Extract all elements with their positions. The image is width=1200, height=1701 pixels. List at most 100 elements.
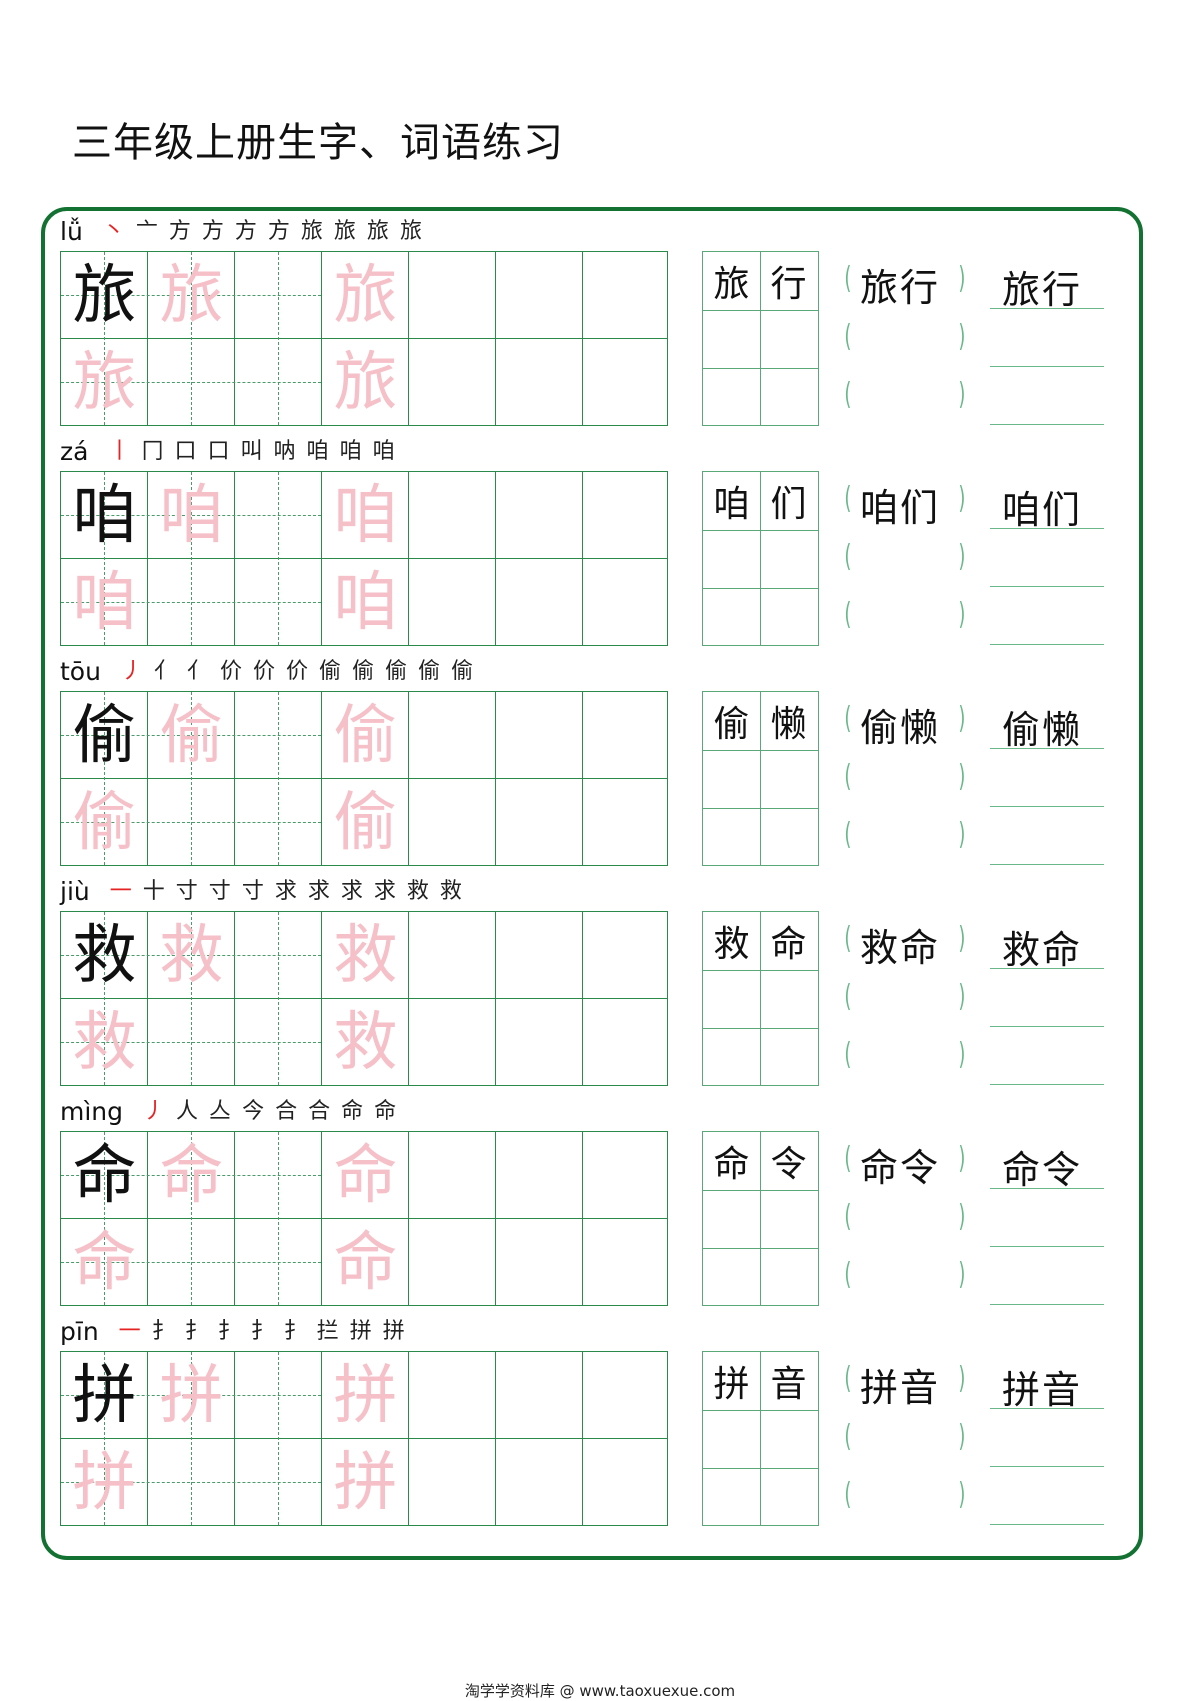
underline-write-row[interactable] (990, 529, 1104, 587)
writing-cell[interactable] (409, 692, 496, 779)
word-writing-cell[interactable] (760, 808, 817, 866)
word-writing-cell[interactable] (760, 368, 817, 426)
writing-cell[interactable] (496, 1132, 583, 1219)
paren-write-row[interactable]: () (844, 529, 965, 587)
writing-cell[interactable] (496, 1352, 583, 1439)
underline-write-row[interactable] (990, 1027, 1104, 1085)
writing-cell[interactable] (409, 559, 496, 646)
word-writing-cell[interactable] (760, 1190, 817, 1248)
writing-cell[interactable] (583, 1132, 670, 1219)
word-writing-cell[interactable] (703, 1248, 760, 1306)
writing-cell[interactable] (496, 1439, 583, 1526)
writing-cell[interactable] (235, 779, 322, 866)
writing-cell[interactable] (496, 1219, 583, 1306)
writing-cell[interactable] (583, 339, 670, 426)
writing-cell[interactable] (235, 339, 322, 426)
writing-cell[interactable] (583, 692, 670, 779)
word-writing-cell[interactable] (703, 1468, 760, 1526)
underline-write-row[interactable] (990, 1467, 1104, 1525)
writing-cell[interactable] (148, 1439, 235, 1526)
writing-cell[interactable] (583, 999, 670, 1086)
writing-cell[interactable] (583, 559, 670, 646)
word-writing-cell[interactable] (760, 530, 817, 588)
paren-write-row[interactable]: () (844, 587, 965, 645)
writing-cell[interactable] (496, 472, 583, 559)
underline-write-row[interactable] (990, 1247, 1104, 1305)
writing-cell[interactable] (496, 692, 583, 779)
writing-cell[interactable] (409, 1439, 496, 1526)
underline-write-row[interactable] (990, 1409, 1104, 1467)
writing-cell[interactable] (148, 559, 235, 646)
writing-cell[interactable] (496, 912, 583, 999)
writing-cell[interactable] (409, 779, 496, 866)
writing-cell[interactable] (583, 472, 670, 559)
word-writing-cell[interactable] (760, 310, 817, 368)
paren-write-row[interactable]: () (844, 1027, 965, 1085)
word-writing-cell[interactable] (760, 1468, 817, 1526)
writing-cell[interactable] (496, 339, 583, 426)
writing-cell[interactable] (409, 472, 496, 559)
underline-write-row[interactable] (990, 587, 1104, 645)
writing-cell[interactable] (409, 339, 496, 426)
writing-cell[interactable] (235, 1439, 322, 1526)
writing-cell[interactable] (583, 252, 670, 339)
writing-cell[interactable] (235, 999, 322, 1086)
word-writing-cell[interactable] (703, 808, 760, 866)
underline-write-row[interactable] (990, 1189, 1104, 1247)
paren-write-row[interactable]: () (844, 1247, 965, 1305)
writing-cell[interactable] (409, 912, 496, 999)
writing-cell[interactable] (583, 1219, 670, 1306)
writing-cell[interactable] (235, 1219, 322, 1306)
writing-cell[interactable] (148, 339, 235, 426)
paren-write-row[interactable]: () (844, 807, 965, 865)
writing-cell[interactable] (148, 779, 235, 866)
writing-cell[interactable] (235, 1352, 322, 1439)
word-writing-cell[interactable] (703, 310, 760, 368)
paren-write-row[interactable]: () (844, 1189, 965, 1247)
word-writing-cell[interactable] (703, 970, 760, 1028)
writing-cell[interactable] (583, 1352, 670, 1439)
writing-cell[interactable] (235, 472, 322, 559)
writing-cell[interactable] (148, 999, 235, 1086)
writing-cell[interactable] (409, 252, 496, 339)
word-writing-cell[interactable] (703, 588, 760, 646)
writing-cell[interactable] (583, 912, 670, 999)
writing-cell[interactable] (496, 252, 583, 339)
underline-write-row[interactable] (990, 807, 1104, 865)
writing-cell[interactable] (409, 999, 496, 1086)
writing-cell[interactable] (235, 1132, 322, 1219)
writing-cell[interactable] (409, 1219, 496, 1306)
underline-write-row[interactable] (990, 309, 1104, 367)
paren-write-row[interactable]: () (844, 1467, 965, 1525)
word-writing-cell[interactable] (703, 1028, 760, 1086)
word-writing-cell[interactable] (760, 750, 817, 808)
writing-cell[interactable] (235, 252, 322, 339)
word-writing-cell[interactable] (760, 1248, 817, 1306)
writing-cell[interactable] (583, 779, 670, 866)
word-writing-cell[interactable] (703, 1190, 760, 1248)
writing-cell[interactable] (148, 1219, 235, 1306)
writing-cell[interactable] (409, 1132, 496, 1219)
writing-cell[interactable] (409, 1352, 496, 1439)
word-writing-cell[interactable] (703, 368, 760, 426)
underline-write-row[interactable] (990, 749, 1104, 807)
writing-cell[interactable] (496, 779, 583, 866)
paren-write-row[interactable]: () (844, 309, 965, 367)
underline-write-row[interactable] (990, 969, 1104, 1027)
paren-write-row[interactable]: () (844, 367, 965, 425)
writing-cell[interactable] (583, 1439, 670, 1526)
word-writing-cell[interactable] (760, 1028, 817, 1086)
writing-cell[interactable] (235, 559, 322, 646)
writing-cell[interactable] (235, 912, 322, 999)
writing-cell[interactable] (496, 559, 583, 646)
word-writing-cell[interactable] (760, 1410, 817, 1468)
word-writing-cell[interactable] (760, 588, 817, 646)
writing-cell[interactable] (496, 999, 583, 1086)
paren-write-row[interactable]: () (844, 749, 965, 807)
paren-write-row[interactable]: () (844, 1409, 965, 1467)
word-writing-cell[interactable] (703, 530, 760, 588)
paren-write-row[interactable]: () (844, 969, 965, 1027)
writing-cell[interactable] (235, 692, 322, 779)
underline-write-row[interactable] (990, 367, 1104, 425)
word-writing-cell[interactable] (703, 1410, 760, 1468)
